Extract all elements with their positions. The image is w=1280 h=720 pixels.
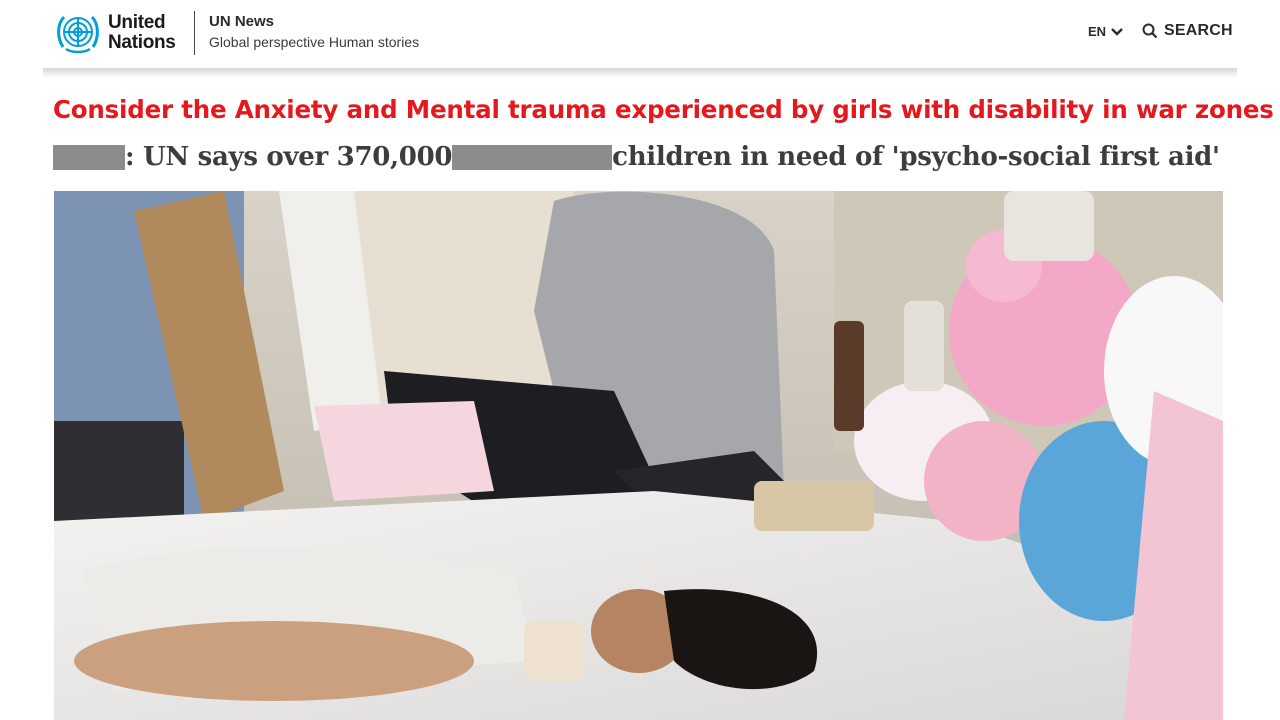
org-name-line1: United xyxy=(108,12,166,33)
search-button[interactable]: SEARCH xyxy=(1142,22,1233,40)
site-identity: UN News Global perspective Human stories xyxy=(209,13,419,51)
article-headline: : UN says over 370,000 children in need … xyxy=(53,137,1220,177)
site-title-link[interactable]: UN News xyxy=(209,13,419,31)
language-selector[interactable]: EN xyxy=(1088,24,1124,39)
language-label: EN xyxy=(1088,24,1107,39)
un-logo-link[interactable]: United Nations xyxy=(54,11,176,55)
article-hero-image xyxy=(54,191,1223,720)
site-tagline: Global perspective Human stories xyxy=(209,34,420,50)
headline-text-part2: children in need of 'psycho-social first… xyxy=(612,142,1220,172)
site-header: United Nations UN News Global perspectiv… xyxy=(43,0,1237,68)
headline-text-part1: : UN says over 370,000 xyxy=(125,142,453,172)
chevron-down-icon xyxy=(1111,27,1123,36)
redaction-block xyxy=(452,144,613,170)
search-icon xyxy=(1142,23,1158,39)
un-emblem-icon xyxy=(57,15,99,54)
org-name-line2: Nations xyxy=(108,32,176,53)
redaction-block xyxy=(53,144,125,170)
header-shadow xyxy=(43,68,1237,78)
header-divider xyxy=(194,11,195,55)
search-label: SEARCH xyxy=(1164,22,1233,39)
un-wordmark: United Nations xyxy=(108,13,176,53)
overlay-headline: Consider the Anxiety and Mental trauma e… xyxy=(53,95,1274,124)
